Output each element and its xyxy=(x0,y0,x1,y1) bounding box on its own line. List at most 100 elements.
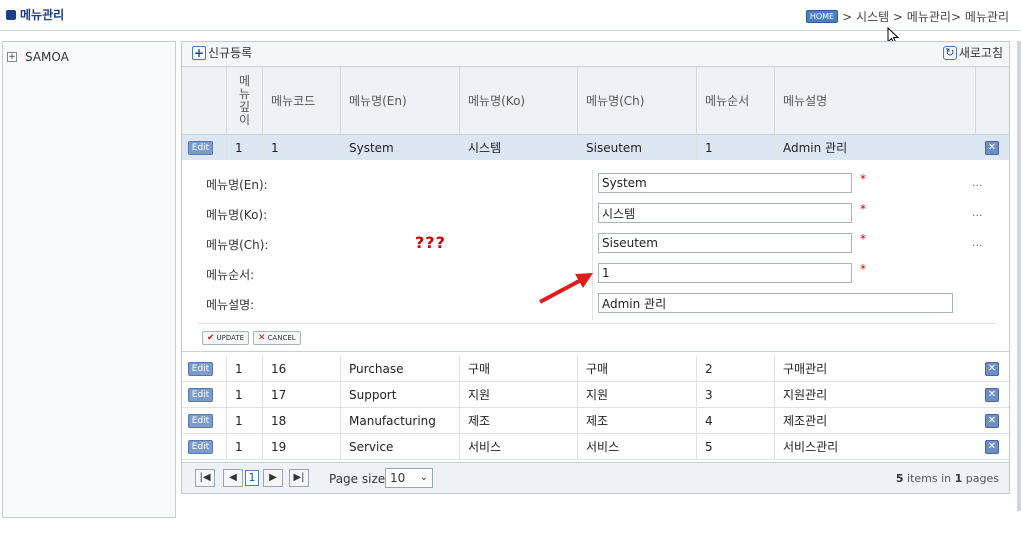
label-name-ch: 메뉴명(Ch): xyxy=(206,238,269,252)
page-title: 메뉴관리 xyxy=(6,6,64,23)
items-in-text: items in xyxy=(907,472,952,485)
grid-header: 메 뉴 깊 이 메뉴코드 메뉴명(En) 메뉴명(Ko) 메뉴명(Ch) 메뉴순… xyxy=(182,66,1009,135)
cell-name-en: System xyxy=(340,135,459,160)
col-header-order[interactable]: 메뉴순서 xyxy=(696,67,774,134)
more-button[interactable]: ... xyxy=(972,206,983,219)
cell-order: 4 xyxy=(696,408,774,433)
menu-icon xyxy=(6,9,16,20)
cell-code: 1 xyxy=(262,135,340,160)
table-row[interactable]: Edit 1 18 Manufacturing 제조 제조 4 제조관리 ✕ xyxy=(182,408,1009,434)
home-button[interactable]: HOME xyxy=(805,10,839,23)
page-size-label: Page size: xyxy=(329,472,390,486)
more-button[interactable]: ... xyxy=(972,236,983,249)
cell-name-en: Service xyxy=(340,434,459,459)
next-page-icon[interactable]: ▶ xyxy=(263,469,283,487)
cell-order: 3 xyxy=(696,382,774,407)
page-number[interactable]: 1 xyxy=(245,470,259,486)
cell-name-ch: 구매 xyxy=(577,356,696,381)
cell-depth: 1 xyxy=(226,434,262,459)
form-separator xyxy=(198,323,996,324)
cell-name-ch: 서비스 xyxy=(577,434,696,459)
col-header-name-en[interactable]: 메뉴명(En) xyxy=(340,67,459,134)
prev-page-icon[interactable]: ◀ xyxy=(223,469,243,487)
more-button[interactable]: ... xyxy=(972,176,983,189)
order-input[interactable] xyxy=(598,263,852,283)
col-header-code[interactable]: 메뉴코드 xyxy=(262,67,340,134)
col-header-delete xyxy=(975,67,1009,134)
first-page-icon[interactable]: |◀ xyxy=(195,469,215,487)
expand-icon[interactable]: + xyxy=(7,52,17,62)
cell-name-ko: 지원 xyxy=(459,382,577,407)
cell-name-ko: 시스템 xyxy=(459,135,577,160)
refresh-icon: ↻ xyxy=(942,45,957,60)
col-header-desc[interactable]: 메뉴설명 xyxy=(774,67,975,134)
edit-button[interactable]: Edit xyxy=(188,388,213,402)
edit-button[interactable]: Edit xyxy=(188,141,213,155)
cell-code: 16 xyxy=(262,356,340,381)
col-header-depth-char: 메 xyxy=(238,73,251,88)
delete-icon[interactable]: ✕ xyxy=(985,414,999,428)
col-header-depth-char: 깊 xyxy=(238,99,251,114)
required-mark: * xyxy=(860,202,866,216)
name-en-input[interactable] xyxy=(598,173,852,193)
required-mark: * xyxy=(860,232,866,246)
cell-depth: 1 xyxy=(226,408,262,433)
cell-order: 2 xyxy=(696,356,774,381)
col-header-depth[interactable]: 메 뉴 깊 이 xyxy=(226,67,262,134)
cell-code: 18 xyxy=(262,408,340,433)
cell-name-ko: 서비스 xyxy=(459,434,577,459)
cell-name-ch: 지원 xyxy=(577,382,696,407)
name-ch-input[interactable] xyxy=(598,233,852,253)
update-button[interactable]: ✔ UPDATE xyxy=(202,331,250,345)
col-header-depth-char: 이 xyxy=(238,112,251,127)
cell-desc: 구매관리 xyxy=(774,356,975,381)
delete-icon[interactable]: ✕ xyxy=(985,362,999,376)
new-button-label: 신규등록 xyxy=(208,46,253,60)
refresh-button-label: 새로고침 xyxy=(958,46,1003,60)
label-order: 메뉴순서: xyxy=(206,268,255,282)
delete-icon[interactable]: ✕ xyxy=(985,141,999,155)
item-count: 5 xyxy=(895,472,904,485)
add-icon: + xyxy=(192,45,206,60)
table-row[interactable]: Edit 1 16 Purchase 구매 구매 2 구매관리 ✕ xyxy=(182,356,1009,382)
edit-button[interactable]: Edit xyxy=(188,440,213,454)
edit-button[interactable]: Edit xyxy=(188,414,213,428)
delete-icon[interactable]: ✕ xyxy=(985,388,999,402)
delete-icon[interactable]: ✕ xyxy=(985,440,999,454)
cell-code: 19 xyxy=(262,434,340,459)
edit-button[interactable]: Edit xyxy=(188,362,213,376)
page-title-text: 메뉴관리 xyxy=(20,8,65,22)
required-mark: * xyxy=(860,172,866,186)
table-row[interactable]: Edit 1 19 Service 서비스 서비스 5 서비스관리 ✕ xyxy=(182,434,1009,460)
refresh-button[interactable]: ↻ 새로고침 xyxy=(942,44,1003,61)
cell-order: 5 xyxy=(696,434,774,459)
tree-item-samoa[interactable]: + SAMOA xyxy=(7,50,69,64)
vertical-scrollbar[interactable] xyxy=(1017,41,1021,511)
desc-input[interactable] xyxy=(598,293,953,313)
cell-name-ko: 제조 xyxy=(459,408,577,433)
question-annotation: ??? xyxy=(415,233,446,252)
grid-toolbar: + 신규등록 ↻ 새로고침 xyxy=(182,42,1009,66)
menu-grid-panel: + 신규등록 ↻ 새로고침 메 뉴 깊 이 메뉴코드 메뉴명(En) 메뉴명(K… xyxy=(181,41,1010,494)
last-page-icon[interactable]: ▶| xyxy=(289,469,309,487)
breadcrumb: HOME > 시스템 > 메뉴관리> 메뉴관리 xyxy=(805,8,1009,25)
cell-code: 17 xyxy=(262,382,340,407)
cancel-button[interactable]: ✕ CANCEL xyxy=(253,331,301,345)
table-row-selected[interactable]: Edit 1 1 System 시스템 Siseutem 1 Admin 관리 … xyxy=(182,135,1009,161)
tree-item-label[interactable]: SAMOA xyxy=(25,50,69,64)
col-header-name-ch[interactable]: 메뉴명(Ch) xyxy=(577,67,696,134)
cell-order: 1 xyxy=(696,135,774,160)
cell-name-en: Manufacturing xyxy=(340,408,459,433)
name-ko-input[interactable] xyxy=(598,203,852,223)
cell-desc: 지원관리 xyxy=(774,382,975,407)
cell-name-ch: Siseutem xyxy=(577,135,696,160)
breadcrumb-path: > 시스템 > 메뉴관리> 메뉴관리 xyxy=(842,10,1009,24)
col-header-name-ko[interactable]: 메뉴명(Ko) xyxy=(459,67,577,134)
menu-tree-panel: + SAMOA xyxy=(2,41,176,518)
page-size-select[interactable]: 10 ⌄ xyxy=(385,468,433,488)
new-button[interactable]: + 신규등록 xyxy=(192,44,252,61)
cell-name-en: Support xyxy=(340,382,459,407)
cancel-icon: ✕ xyxy=(258,333,266,343)
table-row[interactable]: Edit 1 17 Support 지원 지원 3 지원관리 ✕ xyxy=(182,382,1009,408)
cell-desc: 서비스관리 xyxy=(774,434,975,459)
